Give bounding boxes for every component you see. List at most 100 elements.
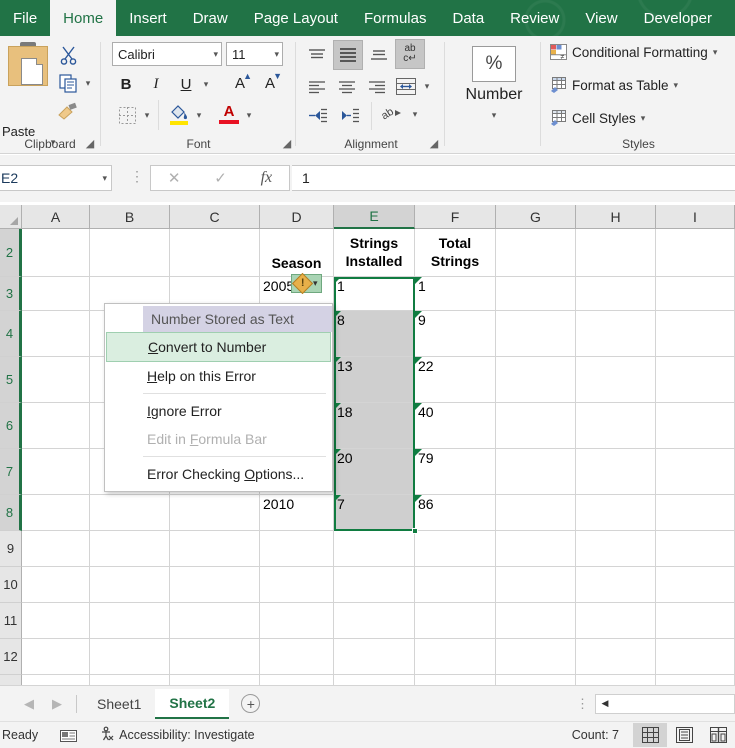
cell-b2[interactable] <box>90 229 170 277</box>
formula-bar-drag-handle[interactable]: ⋮ <box>130 168 144 185</box>
scroll-left-icon[interactable]: ◀ <box>596 698 614 709</box>
merge-and-center-icon[interactable] <box>393 74 419 98</box>
nav-next-icon[interactable]: ▶ <box>52 696 62 712</box>
cell-i3[interactable] <box>656 277 735 311</box>
row-header-7[interactable]: 7 <box>0 449 22 495</box>
underline-button[interactable]: U <box>175 73 197 95</box>
cell-f8-total-strings[interactable]: 86 <box>415 495 496 531</box>
column-header-f[interactable]: F <box>415 205 496 229</box>
cell-b12[interactable] <box>90 639 170 675</box>
format-as-table-chevron-down-icon[interactable]: ▾ <box>674 80 679 91</box>
tab-review[interactable]: Review <box>497 0 572 36</box>
cell-a4[interactable] <box>22 311 90 357</box>
accessibility-status[interactable]: Accessibility: Investigate <box>99 726 255 744</box>
cell-h8[interactable] <box>576 495 656 531</box>
cell-g10[interactable] <box>496 567 576 603</box>
cell-b11[interactable] <box>90 603 170 639</box>
cell-i9[interactable] <box>656 531 735 567</box>
cell-g12[interactable] <box>496 639 576 675</box>
cell-b8[interactable] <box>90 495 170 531</box>
cell-a10[interactable] <box>22 567 90 603</box>
cell-h11[interactable] <box>576 603 656 639</box>
cell-e2-strings-installed-header[interactable]: Strings Installed <box>334 229 415 277</box>
cell-a7[interactable] <box>22 449 90 495</box>
cell-b9[interactable] <box>90 531 170 567</box>
row-header-9[interactable]: 9 <box>0 531 22 567</box>
cell-i5[interactable] <box>656 357 735 403</box>
cell-f2-total-strings-header[interactable]: Total Strings <box>415 229 496 277</box>
copy-icon[interactable] <box>55 72 81 94</box>
cell-c11[interactable] <box>170 603 260 639</box>
row-header-2[interactable]: 2 <box>0 229 22 277</box>
clipboard-dialog-launcher-icon[interactable]: ◢ <box>84 138 96 150</box>
conditional-formatting-button[interactable]: ≠ Conditional Formatting ▾ <box>550 44 718 61</box>
name-box-chevron-down-icon[interactable]: ▾ <box>102 173 107 184</box>
horizontal-scrollbar[interactable]: ◀ <box>595 693 735 714</box>
copy-dropdown-icon[interactable]: ▾ <box>82 74 94 92</box>
conditional-formatting-chevron-down-icon[interactable]: ▾ <box>713 47 718 58</box>
cell-a6[interactable] <box>22 403 90 449</box>
cell-c12[interactable] <box>170 639 260 675</box>
formula-input[interactable]: 1 <box>292 165 735 191</box>
increase-font-size-button[interactable]: A ▲ <box>229 71 252 94</box>
error-chevron-down-icon[interactable]: ▾ <box>313 278 318 289</box>
cell-f10[interactable] <box>415 567 496 603</box>
cell-h7[interactable] <box>576 449 656 495</box>
cell-c10[interactable] <box>170 567 260 603</box>
merge-dropdown-icon[interactable]: ▾ <box>420 78 434 94</box>
menu-item-ignore-error[interactable]: Ignore Error <box>105 397 332 425</box>
cell-f12[interactable] <box>415 639 496 675</box>
paste-icon[interactable] <box>8 42 48 90</box>
cell-h9[interactable] <box>576 531 656 567</box>
sheet-tab-sheet2[interactable]: Sheet2 <box>155 688 230 719</box>
cell-e7-strings-installed[interactable]: 20 <box>334 449 415 495</box>
cell-d8-season[interactable]: 2010 <box>260 495 334 531</box>
column-header-c[interactable]: C <box>170 205 260 229</box>
cell-h12[interactable] <box>576 639 656 675</box>
cell-e11[interactable] <box>334 603 415 639</box>
cell-a9[interactable] <box>22 531 90 567</box>
row-header-11[interactable]: 11 <box>0 603 22 639</box>
cell-f6-total-strings[interactable]: 40 <box>415 403 496 449</box>
fill-handle[interactable] <box>412 528 418 534</box>
format-painter-icon[interactable] <box>55 100 81 122</box>
cell-g2[interactable] <box>496 229 576 277</box>
cell-d10[interactable] <box>260 567 334 603</box>
cell-a12[interactable] <box>22 639 90 675</box>
cell-b10[interactable] <box>90 567 170 603</box>
sheet-scroll-handle[interactable]: ⋮ <box>576 696 589 712</box>
align-top-icon[interactable] <box>304 45 330 65</box>
format-as-table-button[interactable]: Format as Table ▾ <box>550 77 678 93</box>
cell-e4-strings-installed[interactable]: 8 <box>334 311 415 357</box>
align-right-icon[interactable] <box>364 76 390 98</box>
cell-i6[interactable] <box>656 403 735 449</box>
font-color-icon[interactable]: A <box>217 100 241 128</box>
fx-icon[interactable]: fx <box>261 169 273 187</box>
borders-icon[interactable] <box>115 104 139 126</box>
font-color-dropdown-icon[interactable]: ▾ <box>242 106 256 124</box>
tab-draw[interactable]: Draw <box>180 0 241 36</box>
cell-h5[interactable] <box>576 357 656 403</box>
cell-a8[interactable] <box>22 495 90 531</box>
cell-e5-strings-installed[interactable]: 13 <box>334 357 415 403</box>
menu-item-error-checking-options[interactable]: Error Checking Options... <box>105 460 332 488</box>
cell-styles-chevron-down-icon[interactable]: ▾ <box>641 113 646 124</box>
cell-d2-season-header[interactable]: Season <box>260 229 334 277</box>
row-header-6[interactable]: 6 <box>0 403 22 449</box>
font-size-chevron-down-icon[interactable]: ▾ <box>274 49 279 60</box>
cell-h3[interactable] <box>576 277 656 311</box>
increase-indent-icon[interactable] <box>336 104 364 126</box>
borders-dropdown-icon[interactable]: ▾ <box>140 106 154 124</box>
normal-view-icon[interactable] <box>633 723 667 747</box>
column-header-i[interactable]: I <box>656 205 735 229</box>
cancel-icon[interactable]: ✕ <box>168 169 181 187</box>
column-header-e[interactable]: E <box>334 205 415 229</box>
cut-icon[interactable] <box>55 44 81 66</box>
fill-color-icon[interactable] <box>167 101 191 127</box>
cell-g9[interactable] <box>496 531 576 567</box>
cell-h6[interactable] <box>576 403 656 449</box>
tab-insert[interactable]: Insert <box>116 0 180 36</box>
column-header-d[interactable]: D <box>260 205 334 229</box>
cell-d12[interactable] <box>260 639 334 675</box>
sheet-tab-sheet1[interactable]: Sheet1 <box>83 690 155 718</box>
